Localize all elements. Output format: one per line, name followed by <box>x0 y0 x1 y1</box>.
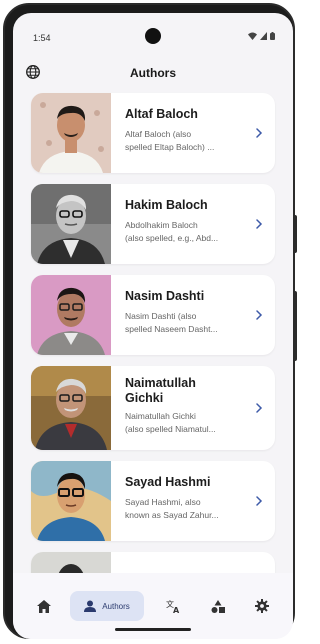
author-description: Naimatullah Gichki (also spelled Niamatu… <box>125 410 247 436</box>
chevron-right-icon <box>256 219 263 229</box>
author-card[interactable]: Sayad Hashmi Sayad Hashmi, also known as… <box>31 461 275 541</box>
chevron-right-icon <box>256 310 263 320</box>
author-name: Nasim Dashti <box>125 289 205 303</box>
authors-list: Altaf Baloch Altaf Baloch (also spelled … <box>31 93 275 639</box>
nav-categories[interactable] <box>205 591 231 621</box>
author-description: Altaf Baloch (also spelled Eltap Baloch)… <box>125 128 247 154</box>
author-description-line: (also spelled Niamatul... <box>125 424 216 434</box>
nav-settings[interactable] <box>249 591 275 621</box>
author-name: Altaf Baloch <box>125 107 198 121</box>
translate-icon: 文 A <box>166 599 180 613</box>
battery-icon <box>270 32 275 40</box>
nav-authors[interactable]: Authors <box>70 591 144 621</box>
chevron-right-icon <box>256 128 263 138</box>
author-info: Nasim Dashti Nasim Dashti (also spelled … <box>125 289 247 336</box>
author-description-line: (also spelled, e.g., Abd... <box>125 233 219 243</box>
author-info: Hakim Baloch Abdolhakim Baloch (also spe… <box>125 198 247 245</box>
person-icon <box>84 600 97 612</box>
bottom-nav: Authors 文 A <box>13 573 293 639</box>
author-description-line: spelled Naseem Dasht... <box>125 324 218 334</box>
author-info: Sayad Hashmi Sayad Hashmi, also known as… <box>125 475 247 522</box>
author-card[interactable]: Naimatullah Gichki Naimatullah Gichki (a… <box>31 366 275 450</box>
author-description: Sayad Hashmi, also known as Sayad Zahur.… <box>125 496 247 522</box>
signal-icon <box>260 32 267 40</box>
author-photo <box>31 366 111 450</box>
author-name: Naimatullah Gichki <box>125 376 247 406</box>
nav-home[interactable] <box>31 591 57 621</box>
author-description-line: known as Sayad Zahur... <box>125 510 219 520</box>
author-info: Altaf Baloch Altaf Baloch (also spelled … <box>125 107 247 154</box>
author-description: Abdolhakim Baloch (also spelled, e.g., A… <box>125 219 247 245</box>
screen: 1:54 Authors Altaf Baloch Altaf Baloch (… <box>13 13 293 639</box>
phone-frame: 1:54 Authors Altaf Baloch Altaf Baloch (… <box>3 3 297 639</box>
home-icon <box>37 599 51 613</box>
status-time: 1:54 <box>33 33 51 43</box>
author-description-line: spelled Eltap Baloch) ... <box>125 142 215 152</box>
app-bar: Authors <box>13 61 293 93</box>
author-name: Sayad Hashmi <box>125 475 211 489</box>
power-button <box>293 215 297 253</box>
author-card[interactable]: Nasim Dashti Nasim Dashti (also spelled … <box>31 275 275 355</box>
author-info: Naimatullah Gichki Naimatullah Gichki (a… <box>125 376 247 436</box>
author-photo <box>31 184 111 264</box>
author-description-line: Naimatullah Gichki <box>125 411 196 421</box>
svg-text:A: A <box>173 606 180 613</box>
author-photo <box>31 93 111 173</box>
author-photo <box>31 275 111 355</box>
chevron-right-icon <box>256 496 263 506</box>
camera-cutout <box>145 28 161 44</box>
page-title: Authors <box>130 66 176 80</box>
author-name-line: Naimatullah <box>125 376 196 390</box>
status-bar: 1:54 <box>13 13 293 53</box>
author-photo <box>31 461 111 541</box>
author-card[interactable]: Altaf Baloch Altaf Baloch (also spelled … <box>31 93 275 173</box>
author-description-line: Nasim Dashti (also <box>125 311 197 321</box>
home-indicator[interactable] <box>115 628 191 631</box>
wifi-icon <box>248 32 257 40</box>
author-description-line: Sayad Hashmi, also <box>125 497 201 507</box>
nav-authors-label: Authors <box>102 601 130 611</box>
status-icons <box>248 32 275 40</box>
author-description-line: Altaf Baloch (also <box>125 129 192 139</box>
nav-translate[interactable]: 文 A <box>160 591 186 621</box>
chevron-right-icon <box>256 403 263 413</box>
gear-icon <box>255 599 269 613</box>
volume-button <box>293 291 297 361</box>
author-name: Hakim Baloch <box>125 198 208 212</box>
author-card[interactable]: Hakim Baloch Abdolhakim Baloch (also spe… <box>31 184 275 264</box>
shapes-icon <box>211 599 225 613</box>
author-description-line: Abdolhakim Baloch <box>125 220 198 230</box>
author-description: Nasim Dashti (also spelled Naseem Dasht.… <box>125 310 247 336</box>
author-name-line: Gichki <box>125 391 164 405</box>
